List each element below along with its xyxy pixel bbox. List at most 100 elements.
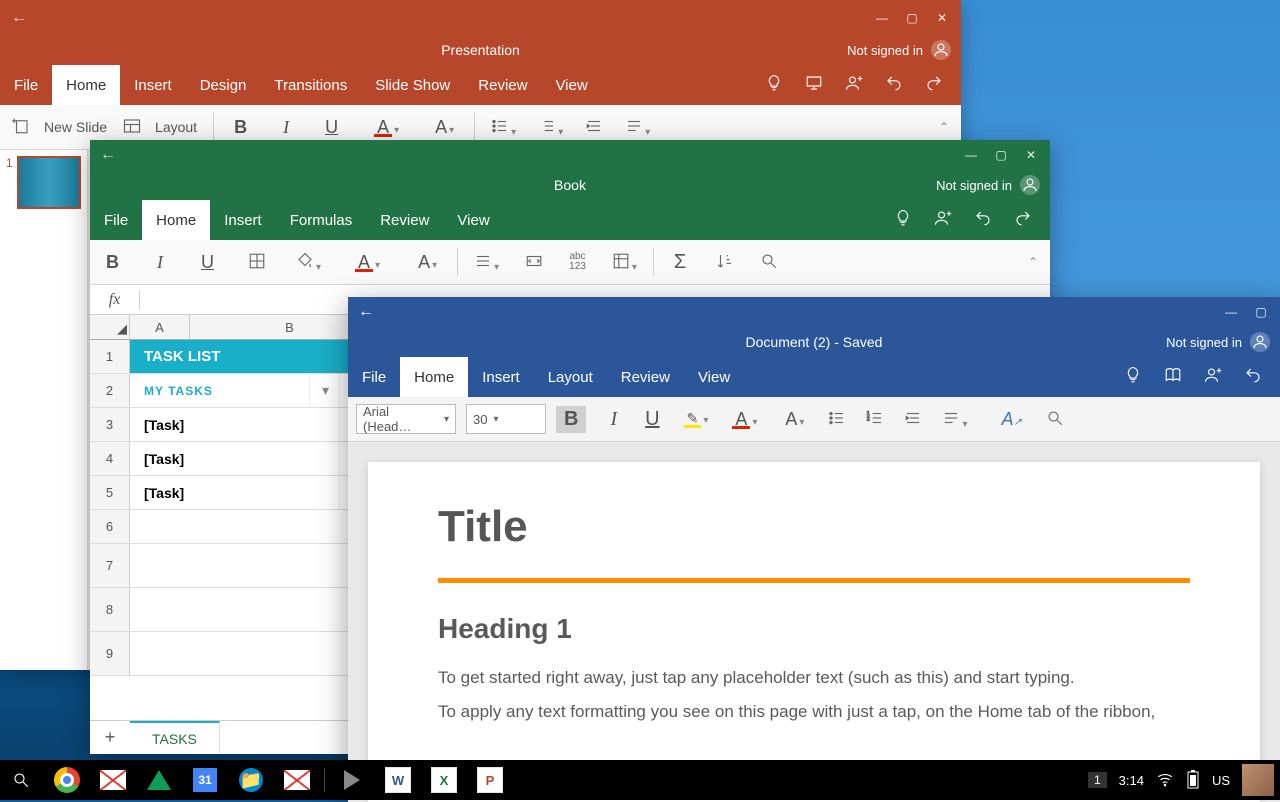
cell-styles-icon[interactable]: ▾ [612,252,637,273]
document-page[interactable]: Title Heading 1 To get started right awa… [368,462,1260,802]
italic-button[interactable]: I [279,117,293,138]
close-icon[interactable]: ✕ [927,3,957,33]
files-icon[interactable]: 📁 [232,761,270,799]
powerpoint-app-icon[interactable]: P [471,761,509,799]
undo-icon[interactable] [885,74,903,97]
tab-file[interactable]: File [0,65,52,105]
tab-review[interactable]: Review [366,200,443,240]
redo-icon[interactable] [1014,209,1032,232]
numbering-icon[interactable]: 12 [866,409,884,430]
excel-app-icon[interactable]: X [425,761,463,799]
undo-icon[interactable] [974,209,992,232]
doc-paragraph-1[interactable]: To get started right away, just tap any … [438,661,1190,695]
user-avatar[interactable] [1242,764,1274,796]
chrome-icon[interactable] [48,761,86,799]
highlight-icon[interactable]: ✎▾ [684,410,709,428]
find-icon[interactable] [1046,409,1064,430]
font-button[interactable]: A▾ [414,252,441,273]
xls-titlebar[interactable]: ← — ▢ ✕ [90,140,1050,170]
tab-insert[interactable]: Insert [468,357,534,397]
redo-icon[interactable] [925,74,943,97]
layout-icon[interactable] [123,117,141,138]
font-size-combo[interactable]: 30▾ [466,404,546,434]
back-icon[interactable]: ← [352,303,380,321]
tab-home[interactable]: Home [52,65,120,105]
underline-button[interactable]: U [321,117,342,138]
borders-icon[interactable] [248,252,266,273]
present-icon[interactable] [805,74,823,97]
row-header[interactable]: 9 [90,632,130,675]
tab-design[interactable]: Design [186,65,261,105]
font-color-button[interactable]: A▾ [728,409,761,430]
minimize-icon[interactable]: — [867,3,897,33]
doc-paragraph-2[interactable]: To apply any text formatting you see on … [438,695,1190,729]
signin-label[interactable]: Not signed in [1166,335,1242,350]
font-size-button[interactable]: A▾ [431,117,458,138]
row-header[interactable]: 2 [90,374,130,407]
sort-icon[interactable] [716,252,734,273]
doc-heading1[interactable]: Heading 1 [438,613,1190,645]
bold-button[interactable]: B [102,252,123,273]
merge-icon[interactable] [525,252,543,273]
wrd-titlebar[interactable]: ← — ▢ [348,297,1280,327]
gmail-icon[interactable] [94,761,132,799]
numbering-icon[interactable]: ▾ [538,117,563,138]
filter-icon[interactable]: ▾ [310,374,340,407]
tab-transitions[interactable]: Transitions [260,65,361,105]
autosum-icon[interactable]: Σ [670,251,690,274]
font-color-button[interactable]: A▾ [351,252,384,273]
italic-button[interactable]: I [153,252,167,273]
tab-file[interactable]: File [348,357,400,397]
document-canvas[interactable]: Title Heading 1 To get started right awa… [348,442,1280,802]
language-indicator[interactable]: US [1212,773,1230,788]
tab-view[interactable]: View [541,65,601,105]
indent-icon[interactable] [904,409,922,430]
tab-slideshow[interactable]: Slide Show [361,65,464,105]
sheet-tasks[interactable]: TASKS [130,721,220,754]
word-app-icon[interactable]: W [379,761,417,799]
collapse-ribbon-icon[interactable]: ⌃ [939,120,949,134]
avatar-icon[interactable] [1250,332,1270,352]
doc-title[interactable]: Title [438,502,1190,552]
tab-file[interactable]: File [90,200,142,240]
cell-task[interactable]: [Task] [130,476,340,509]
lightbulb-icon[interactable] [894,209,912,232]
calendar-icon[interactable]: 31 [186,761,224,799]
bullets-icon[interactable] [828,409,846,430]
tab-formulas[interactable]: Formulas [276,200,367,240]
minimize-icon[interactable]: — [956,140,986,170]
clock[interactable]: 3:14 [1119,773,1144,788]
col-a[interactable]: A [130,315,190,339]
row-header[interactable]: 3 [90,408,130,441]
notification-count[interactable]: 1 [1088,772,1107,788]
battery-icon[interactable] [1186,769,1200,792]
find-icon[interactable] [760,252,778,273]
styles-button[interactable]: A↗ [997,409,1025,430]
minimize-icon[interactable]: — [1216,297,1246,327]
underline-button[interactable]: U [197,252,218,273]
cell-task[interactable]: [Task] [130,442,340,475]
ppt-titlebar[interactable]: ← — ▢ ✕ [0,0,961,35]
add-sheet-button[interactable]: + [90,727,130,748]
maximize-icon[interactable]: ▢ [986,140,1016,170]
slide-thumb-1[interactable]: 1 [0,150,87,215]
close-icon[interactable]: ✕ [1016,140,1046,170]
read-mode-icon[interactable] [1164,366,1182,389]
wifi-icon[interactable] [1156,770,1174,791]
new-slide-button[interactable]: New Slide [44,119,107,135]
back-icon[interactable]: ← [94,146,122,164]
paragraph-icon[interactable]: ▾ [942,409,967,430]
new-slide-icon[interactable] [12,117,30,138]
play-store-icon[interactable] [333,761,371,799]
share-icon[interactable] [1204,366,1222,389]
row-header[interactable]: 5 [90,476,130,509]
tab-review[interactable]: Review [464,65,541,105]
back-icon[interactable]: ← [4,9,34,27]
share-icon[interactable] [934,209,952,232]
maximize-icon[interactable]: ▢ [897,3,927,33]
underline-button[interactable]: U [641,408,663,431]
font-name-combo[interactable]: Arial (Head…▾ [356,404,456,434]
italic-button[interactable]: I [606,408,621,431]
align-icon[interactable]: ▾ [474,252,499,273]
lightbulb-icon[interactable] [765,74,783,97]
